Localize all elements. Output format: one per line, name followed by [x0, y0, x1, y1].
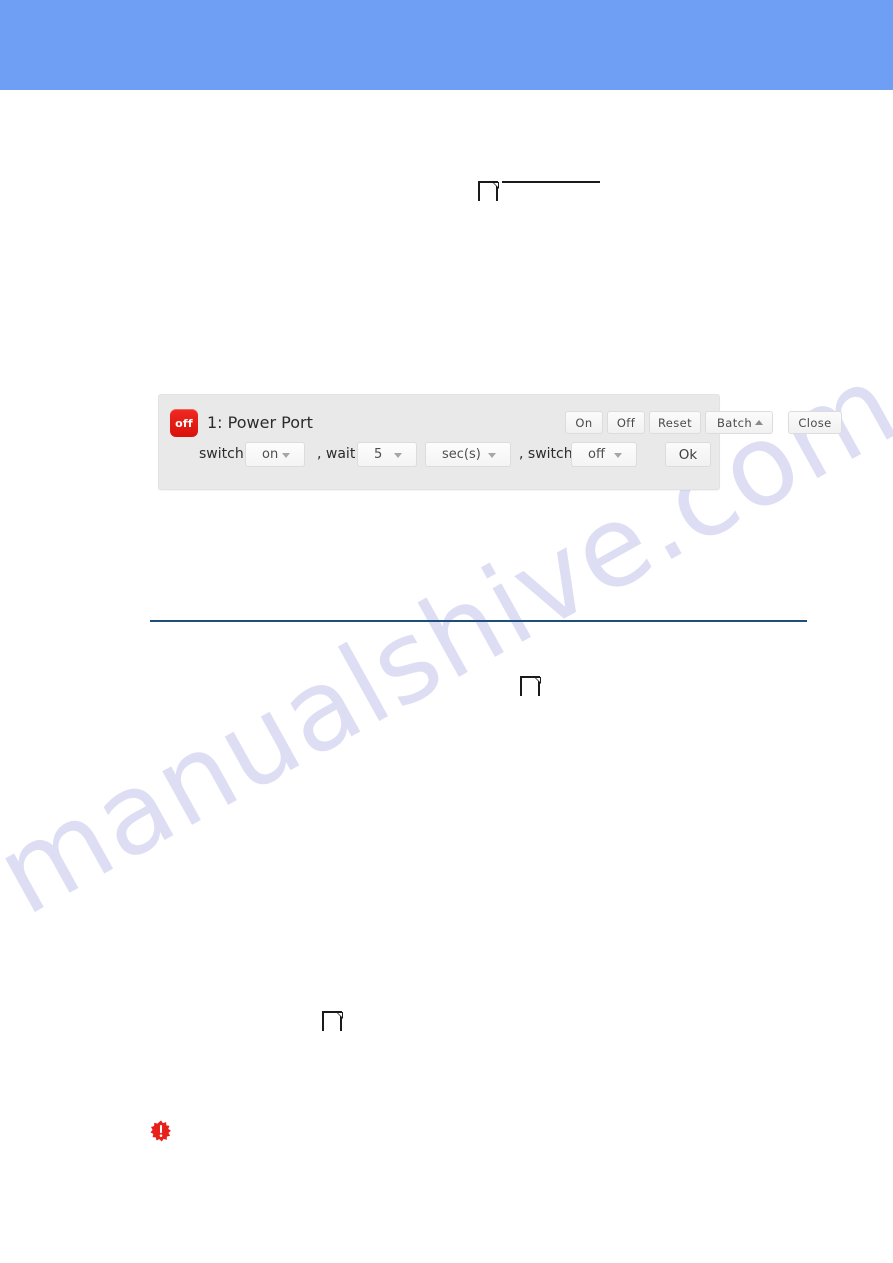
port-title: 1: Power Port — [207, 413, 313, 432]
reset-button[interactable]: Reset — [649, 411, 701, 434]
switch-state-2-dropdown[interactable]: off — [571, 442, 637, 467]
batch-button-label: Batch — [717, 415, 753, 430]
page-document-icon — [322, 1011, 344, 1031]
page-document-icon — [520, 676, 542, 696]
wait-label: , wait — [317, 446, 356, 462]
wait-unit-value: sec(s) — [442, 447, 481, 462]
chevron-up-icon — [755, 420, 763, 425]
wait-duration-value: 5 — [374, 447, 383, 462]
page-document-icon — [478, 181, 500, 201]
panel-top-row: off 1: Power Port On Off Reset Batch Clo… — [159, 407, 842, 441]
wait-duration-dropdown[interactable]: 5 — [357, 442, 417, 467]
on-button[interactable]: On — [565, 411, 603, 434]
status-badge: off — [170, 409, 198, 437]
panel-batch-row: switch on , wait 5 sec(s) , switch off O… — [159, 439, 719, 473]
header-rule — [502, 181, 600, 183]
switch-label-2: , switch — [519, 446, 573, 462]
batch-button[interactable]: Batch — [705, 411, 773, 434]
close-button[interactable]: Close — [788, 411, 842, 434]
ok-button[interactable]: Ok — [665, 442, 711, 467]
page-canvas: manualshive.com off 1: Power Port On Off… — [0, 0, 893, 1263]
chevron-down-icon — [394, 453, 402, 458]
chevron-down-icon — [282, 453, 290, 458]
chevron-down-icon — [488, 453, 496, 458]
switch-state-1-dropdown[interactable]: on — [245, 442, 305, 467]
chevron-down-icon — [614, 453, 622, 458]
section-divider — [150, 620, 807, 622]
switch-state-1-value: on — [262, 447, 279, 462]
page-header-banner — [0, 0, 893, 90]
off-button[interactable]: Off — [607, 411, 645, 434]
switch-state-2-value: off — [588, 447, 605, 462]
switch-label-1: switch — [199, 446, 244, 462]
power-port-control-panel: off 1: Power Port On Off Reset Batch Clo… — [158, 394, 842, 490]
red-starburst-warning-icon — [150, 1120, 171, 1142]
wait-unit-dropdown[interactable]: sec(s) — [425, 442, 511, 467]
